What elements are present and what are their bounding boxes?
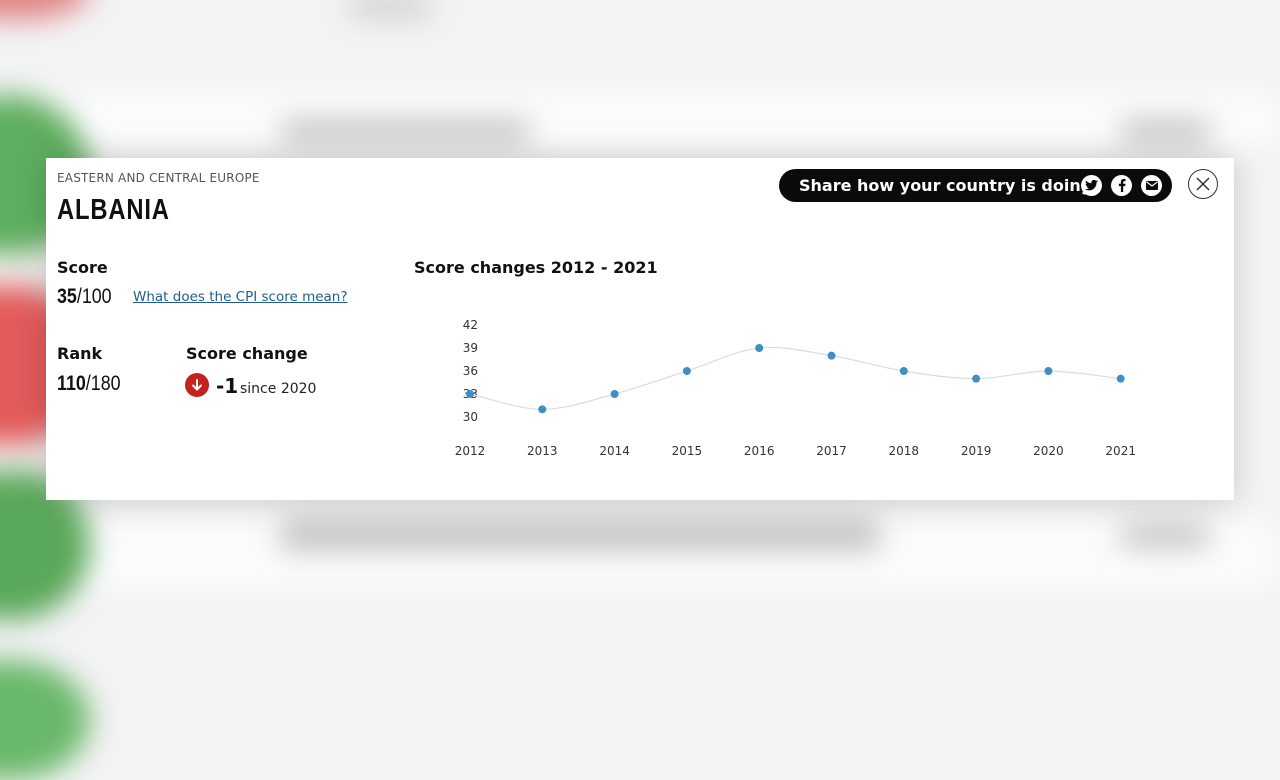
email-icon[interactable] bbox=[1141, 175, 1162, 196]
chart-title: Score changes 2012 - 2021 bbox=[414, 258, 658, 277]
x-tick-label: 2014 bbox=[599, 444, 630, 458]
data-point[interactable] bbox=[682, 367, 691, 375]
x-tick-label: 2021 bbox=[1105, 444, 1136, 458]
y-tick-label: 42 bbox=[463, 318, 478, 332]
data-point[interactable] bbox=[610, 390, 619, 398]
data-point[interactable] bbox=[827, 351, 836, 360]
rank-value: 110/180 bbox=[57, 372, 121, 395]
rank-label: Rank bbox=[57, 344, 103, 363]
y-tick-label: 36 bbox=[463, 364, 478, 378]
data-point[interactable] bbox=[466, 390, 474, 398]
close-button[interactable] bbox=[1188, 169, 1218, 199]
cpi-score-link[interactable]: What does the CPI score mean? bbox=[133, 289, 348, 305]
y-tick-label: 30 bbox=[463, 410, 478, 424]
x-tick-label: 2016 bbox=[744, 444, 775, 458]
country-name: ALBANIA bbox=[57, 194, 170, 226]
data-point[interactable] bbox=[1044, 367, 1053, 375]
score-change-since: since 2020 bbox=[240, 381, 317, 397]
score-change-value: -1 bbox=[216, 374, 239, 398]
data-point[interactable] bbox=[538, 405, 547, 414]
region-label: EASTERN AND CENTRAL EUROPE bbox=[57, 171, 260, 185]
series-line bbox=[469, 346, 1121, 410]
x-tick-label: 2017 bbox=[816, 444, 847, 458]
country-detail-modal: EASTERN AND CENTRAL EUROPE ALBANIA Score… bbox=[46, 158, 1234, 500]
arrow-down-icon bbox=[185, 373, 209, 397]
data-point[interactable] bbox=[972, 374, 981, 383]
facebook-icon[interactable] bbox=[1111, 175, 1132, 196]
data-point[interactable] bbox=[899, 367, 908, 375]
data-point[interactable] bbox=[755, 344, 764, 352]
y-tick-label: 39 bbox=[463, 341, 478, 355]
x-tick-label: 2020 bbox=[1033, 444, 1064, 458]
score-change-label: Score change bbox=[186, 344, 308, 363]
close-icon bbox=[1196, 177, 1210, 191]
x-tick-label: 2015 bbox=[672, 444, 703, 458]
x-tick-label: 2019 bbox=[961, 444, 992, 458]
share-bar: Share how your country is doing bbox=[779, 169, 1172, 202]
x-tick-label: 2013 bbox=[527, 444, 558, 458]
score-value: 35/100 bbox=[57, 285, 112, 308]
x-tick-label: 2018 bbox=[889, 444, 920, 458]
x-tick-label: 2012 bbox=[455, 444, 486, 458]
score-line-chart: 3033363942201220132014201520162017201820… bbox=[455, 318, 1136, 458]
score-label: Score bbox=[57, 258, 108, 277]
twitter-icon[interactable] bbox=[1081, 175, 1102, 196]
data-point[interactable] bbox=[1116, 374, 1125, 383]
share-label: Share how your country is doing bbox=[799, 176, 1093, 195]
